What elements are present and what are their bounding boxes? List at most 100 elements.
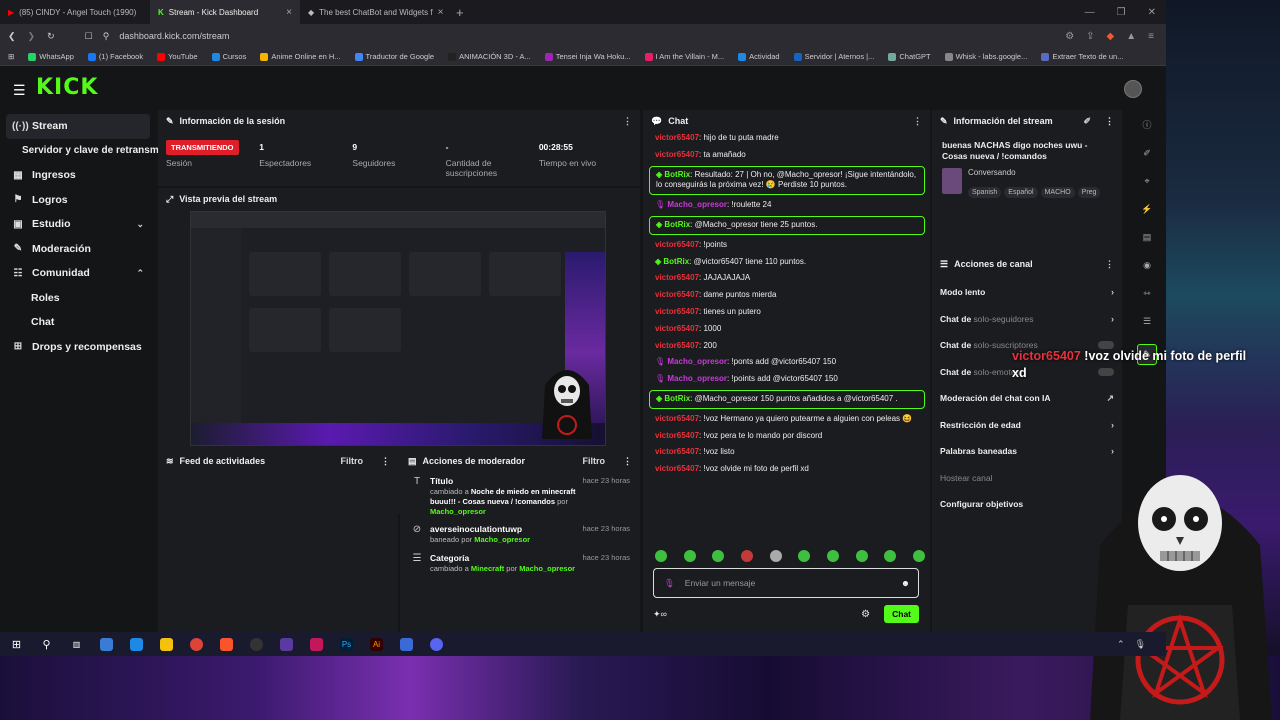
menu-icon[interactable]: ≡ xyxy=(1148,31,1154,42)
bookmark-item[interactable]: Whisk - labs.google... xyxy=(944,52,1027,61)
close-window-icon[interactable]: ✕ xyxy=(1148,7,1156,18)
copilot-icon[interactable] xyxy=(100,637,113,651)
channel-action-row[interactable]: Chat de solo-seguidores › xyxy=(932,306,1122,333)
bookmark-item[interactable]: WhatsApp xyxy=(28,52,74,61)
chrome-icon[interactable] xyxy=(190,637,203,651)
browser-tab-youtube[interactable]: ▶ (85) CINDY - Angel Touch (1990) xyxy=(0,0,150,24)
sidebar-item-chat[interactable]: Chat xyxy=(0,310,156,335)
sidebar-item-ingresos[interactable]: ▦ Ingresos xyxy=(0,163,156,188)
bookmark-item[interactable]: ChatGPT xyxy=(888,52,931,61)
discord-icon[interactable] xyxy=(430,637,443,651)
chat-username[interactable]: victor65407 xyxy=(655,324,699,333)
emoji-icon[interactable]: ☻ xyxy=(901,578,910,588)
clip-icon[interactable]: ⌖ xyxy=(1144,176,1149,187)
illustrator-icon[interactable]: Ai xyxy=(370,637,383,651)
chat-username[interactable]: BotRix xyxy=(664,170,690,179)
chat-input[interactable]: 🎙 Enviar un mensaje ☻ xyxy=(653,568,919,598)
badges-icon[interactable]: ✦∞ xyxy=(653,609,667,620)
chat-username[interactable]: Macho_opresor xyxy=(667,200,727,209)
filter-button[interactable]: Filtro xyxy=(583,456,606,466)
emote-icon[interactable] xyxy=(769,550,782,562)
edit-icon[interactable]: ✐ xyxy=(1083,116,1091,127)
close-tab-icon[interactable]: × xyxy=(286,7,292,18)
filter-button[interactable]: Filtro xyxy=(341,456,364,466)
channel-action-row[interactable]: Modo lento › xyxy=(932,279,1122,306)
more-options-icon[interactable]: ⋮ xyxy=(381,456,390,467)
hamburger-menu-icon[interactable]: ☰ xyxy=(13,82,26,99)
extension-icon[interactable]: ⚙ xyxy=(1065,31,1074,42)
browser-tab-botrix[interactable]: ◆ The best ChatBot and Widgets f × xyxy=(300,0,450,24)
site-info-icon[interactable]: ⚲ xyxy=(103,31,110,42)
bookmark-item[interactable]: YouTube xyxy=(157,52,198,61)
user-avatar[interactable] xyxy=(1124,80,1142,98)
chat-username[interactable]: victor65407 xyxy=(655,464,699,473)
bookmark-item[interactable]: (1) Facebook xyxy=(87,52,143,61)
external-link-icon[interactable]: ↗ xyxy=(1106,393,1114,404)
sidebar-item-roles[interactable]: Roles xyxy=(0,286,156,311)
sidebar-item-moderación[interactable]: ✎ Moderación xyxy=(0,237,156,262)
poll-icon[interactable]: ⇿ xyxy=(1143,288,1151,299)
action-user[interactable]: Macho_opresor xyxy=(430,507,486,516)
emote-icon[interactable] xyxy=(740,550,753,562)
notes-icon[interactable]: ▤ xyxy=(1143,232,1152,243)
maximize-icon[interactable]: ❐ xyxy=(1117,7,1126,18)
edit-icon[interactable]: ✐ xyxy=(1143,148,1151,159)
chat-username[interactable]: victor65407 xyxy=(655,240,699,249)
sidebar-item-drops[interactable]: ⊞ Drops y recompensas xyxy=(0,335,156,360)
obs-icon[interactable] xyxy=(250,637,263,651)
app-icon[interactable] xyxy=(400,637,413,651)
chat-username[interactable]: BotRix xyxy=(664,394,690,403)
sidebar-item-estudio[interactable]: ▣ Estudio ⌄ xyxy=(0,212,156,237)
bookmark-item[interactable]: Tensei Inja Wa Hoku... xyxy=(544,52,631,61)
more-options-icon[interactable]: ⋮ xyxy=(1105,116,1114,127)
chat-username[interactable]: BotRix xyxy=(664,220,690,229)
bookmark-icon[interactable]: ☐ xyxy=(85,31,93,42)
emote-icon[interactable] xyxy=(712,550,725,562)
action-user[interactable]: Minecraft xyxy=(471,564,504,573)
bookmark-item[interactable]: Extraer Texto de un... xyxy=(1041,52,1123,61)
bookmark-item[interactable]: Traductor de Google xyxy=(354,52,434,61)
bookmark-item[interactable]: ANIMACIÓN 3D - A... xyxy=(448,52,531,61)
apps-grid-icon[interactable]: ⊞ xyxy=(8,52,14,61)
windows-start-icon[interactable]: ⊞ xyxy=(10,638,23,651)
settings-icon[interactable]: ⚙ xyxy=(861,609,870,620)
emote-icon[interactable] xyxy=(884,550,897,562)
chat-username[interactable]: victor65407 xyxy=(655,290,699,299)
send-chat-button[interactable]: Chat xyxy=(884,605,919,623)
share-icon[interactable]: ⇪ xyxy=(1086,31,1094,42)
sidebar-item-logros[interactable]: ⚑ Logros xyxy=(0,188,156,213)
chat-username[interactable]: victor65407 xyxy=(655,447,699,456)
chat-username[interactable]: Macho_opresor xyxy=(667,357,727,366)
more-options-icon[interactable]: ⋮ xyxy=(623,456,632,467)
emote-icon[interactable] xyxy=(655,550,667,562)
bookmark-item[interactable]: Anime Online en H... xyxy=(260,52,341,61)
chevron-icon[interactable]: ⌄ xyxy=(136,219,144,230)
app-icon[interactable] xyxy=(310,637,323,651)
emote-icon[interactable] xyxy=(855,550,868,562)
channel-action-row[interactable]: Moderación del chat con IA ↗ xyxy=(932,385,1122,412)
sidebar-item-comunidad[interactable]: ☷ Comunidad ⌃ xyxy=(0,261,156,286)
chevron-icon[interactable]: ⌃ xyxy=(136,268,144,279)
new-tab-icon[interactable]: + xyxy=(456,5,464,20)
chevron-right-icon[interactable]: › xyxy=(1111,420,1114,430)
file-explorer-icon[interactable] xyxy=(160,637,173,651)
more-options-icon[interactable]: ⋮ xyxy=(1105,259,1114,270)
tray-chevron-icon[interactable]: ⌃ xyxy=(1117,639,1125,650)
chevron-right-icon[interactable]: › xyxy=(1111,314,1114,324)
more-options-icon[interactable]: ⋮ xyxy=(913,116,922,127)
back-icon[interactable]: ❮ xyxy=(8,31,16,42)
emote-icon[interactable] xyxy=(912,550,925,562)
chat-username[interactable]: BotRix xyxy=(663,257,689,266)
action-user[interactable]: Macho_opresor xyxy=(474,535,530,544)
bookmark-item[interactable]: Actividad xyxy=(738,52,780,61)
chat-username[interactable]: Macho_opresor xyxy=(667,374,727,383)
info-icon[interactable]: ⓘ xyxy=(1142,118,1151,131)
sidebar-item-servidor[interactable]: Servidor y clave de retransm xyxy=(0,139,159,164)
stream-preview-video[interactable] xyxy=(190,211,606,446)
task-view-icon[interactable]: ▥ xyxy=(70,638,83,651)
chat-bubble-icon[interactable]: ◉ xyxy=(1143,260,1151,271)
bookmark-item[interactable]: Cursos xyxy=(211,52,246,61)
app-icon[interactable] xyxy=(280,637,293,651)
microphone-icon[interactable]: 🎙 xyxy=(1135,639,1146,650)
search-icon[interactable]: ⚲ xyxy=(40,638,53,651)
